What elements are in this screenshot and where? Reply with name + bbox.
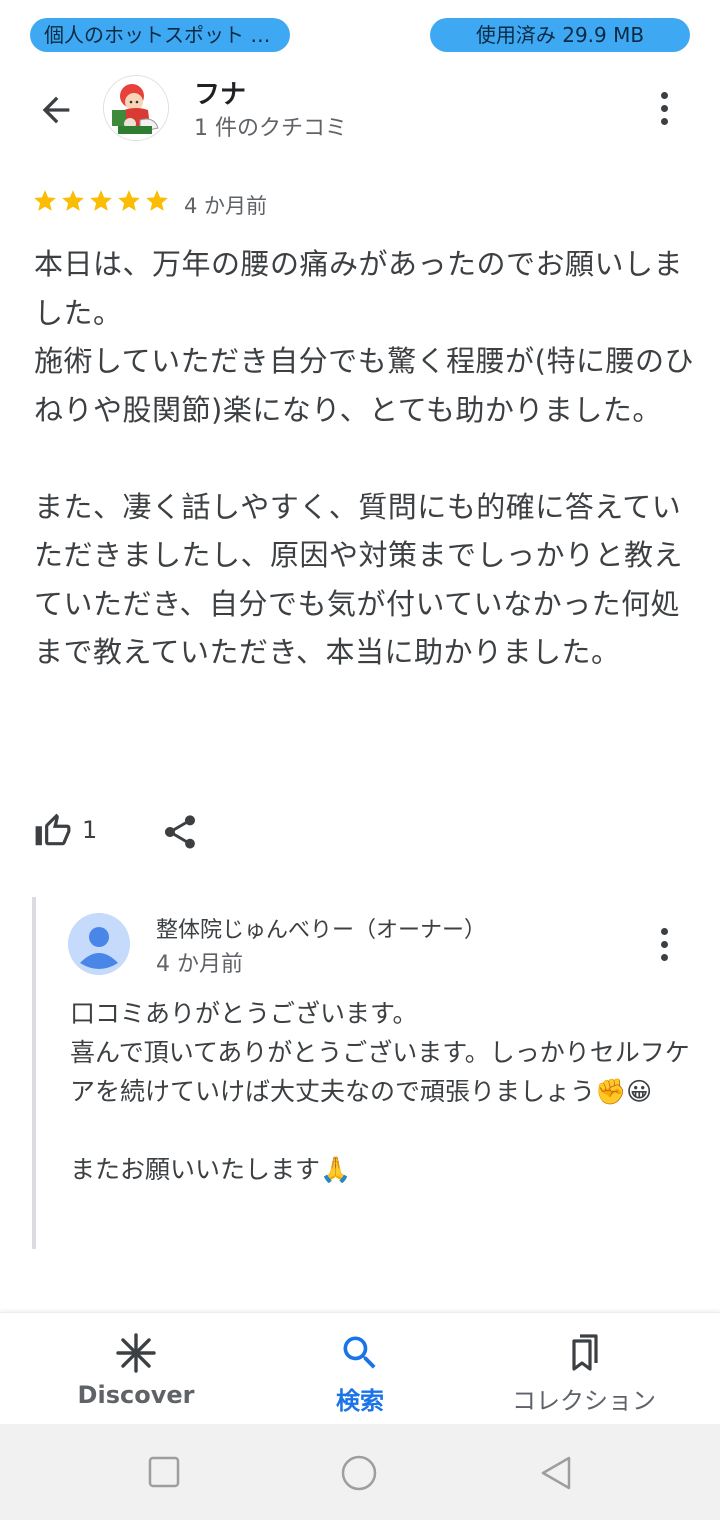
star-icon [90,190,112,211]
review-time: 4 か月前 [184,194,268,218]
asterisk-icon [116,1333,156,1373]
back-button[interactable] [36,90,76,130]
share-icon [165,815,195,849]
share-button[interactable] [160,812,200,852]
nav-discover-label: Discover [77,1381,195,1409]
review-text: 本日は、万年の腰の痛みがあったのでお願いしました。 施術していただき自分でも驚く… [34,247,694,669]
star-rating [32,188,170,214]
owner-reply-text: 口コミありがとうございます。 喜んで頂いてありがとうございます。しっかりセルフケ… [70,999,690,1184]
like-count: 1 [82,816,98,844]
star-icon [34,190,56,211]
system-navigation-bar [0,1424,720,1520]
recents-square-icon[interactable] [148,1456,180,1488]
arrow-left-icon [42,96,70,124]
nav-search-label: 検索 [336,1387,384,1415]
reviewer-avatar[interactable] [104,76,168,140]
nav-search[interactable]: 検索 [240,1313,480,1425]
search-icon [343,1336,376,1369]
star-icon [62,190,84,211]
default-profile-icon [68,913,130,975]
lucky-god-illustration-icon [104,76,168,140]
like-button[interactable] [34,812,72,850]
back-triangle-icon[interactable] [538,1454,574,1492]
bottom-navigation: Discover 検索 コレクション [0,1312,720,1425]
reviewer-name[interactable]: フナ [194,74,246,111]
reply-divider-bar [32,897,36,1249]
nav-collections-label: コレクション [512,1387,656,1415]
star-icon [118,190,140,211]
nav-collections[interactable]: コレクション [464,1313,704,1425]
more-vert-icon [652,928,676,961]
star-icon [146,190,168,211]
nav-discover[interactable]: Discover [16,1313,256,1425]
reviewer-review-count: 1 件のクチコミ [194,116,347,141]
bookmarks-icon [572,1334,598,1371]
more-vert-icon [652,92,676,125]
owner-avatar[interactable] [68,913,130,975]
reply-more-button[interactable] [652,928,676,968]
hotspot-status-pill[interactable]: 個人のホットスポット : 接続中 [30,18,290,52]
owner-name: 整体院じゅんべりー（オーナー） [156,918,487,943]
owner-reply-time: 4 か月前 [156,952,243,977]
home-circle-icon[interactable] [340,1454,378,1492]
data-usage-pill[interactable]: 使用済み 29.9 MB [430,18,690,52]
thumb-up-icon [35,813,71,846]
review-more-button[interactable] [652,92,676,132]
